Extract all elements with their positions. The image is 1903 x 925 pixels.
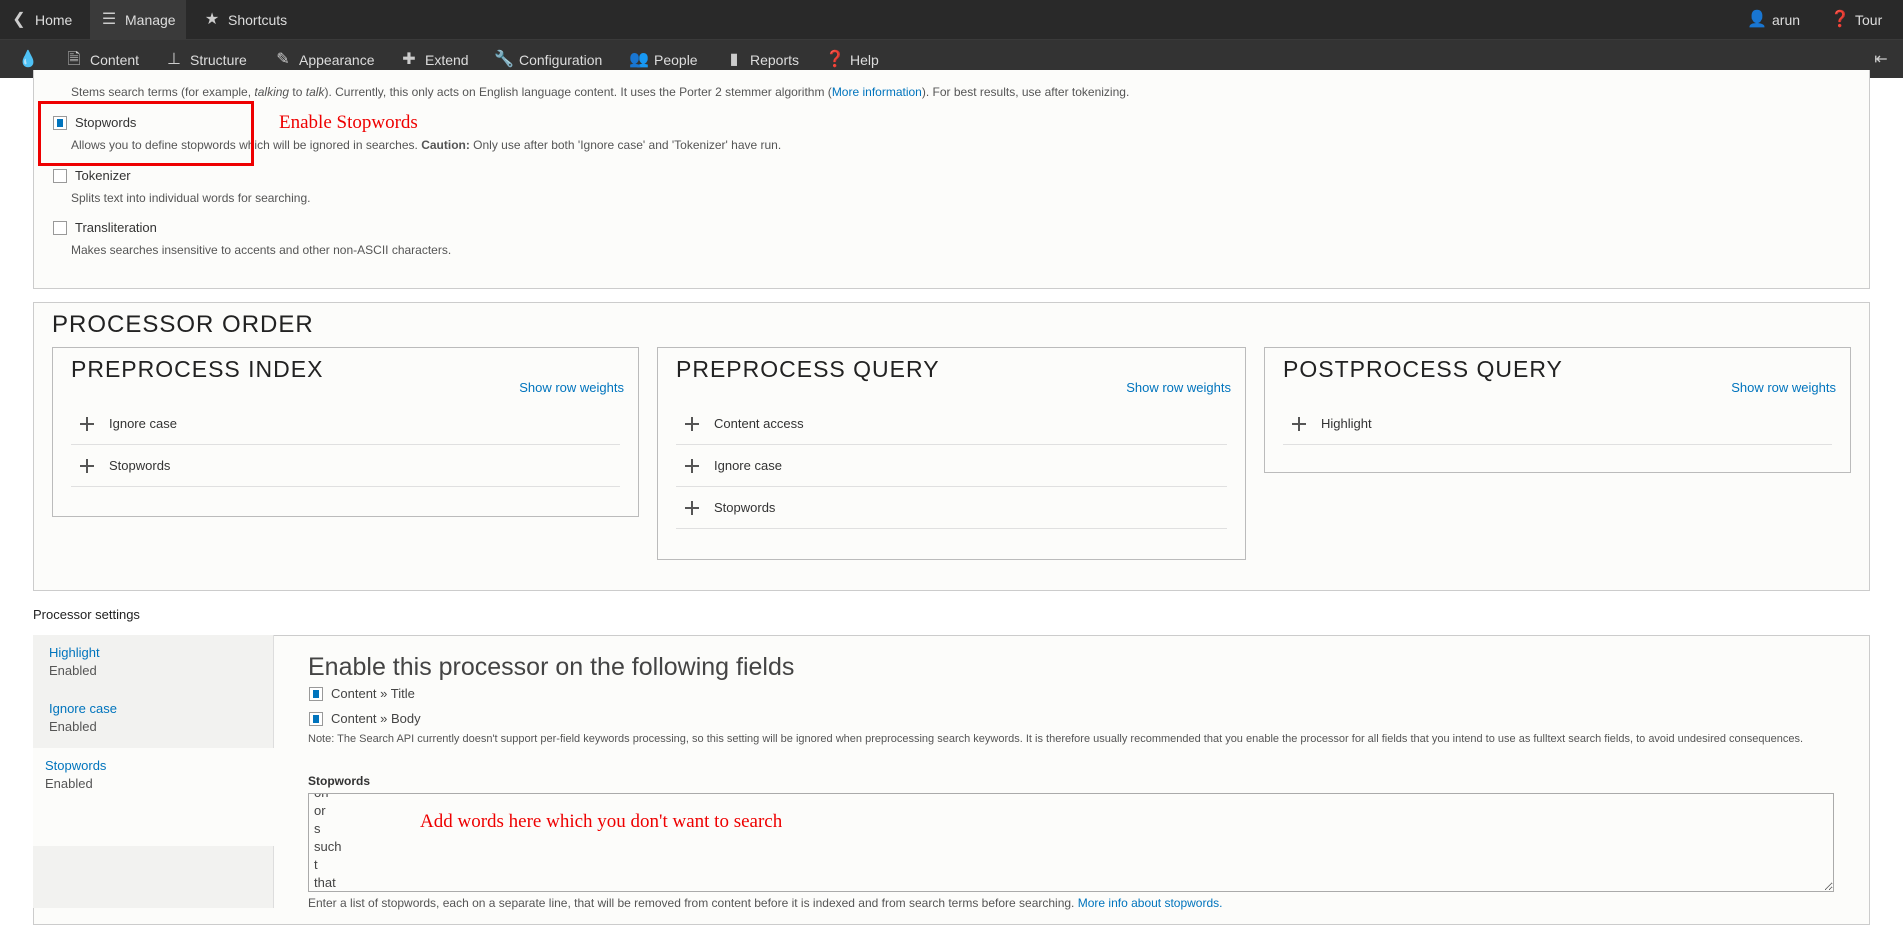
group-title: Preprocess index: [71, 356, 324, 382]
file-icon: 🗎: [67, 50, 81, 68]
home-button[interactable]: ❮ Home: [0, 0, 82, 39]
show-row-weights-link[interactable]: Show row weights: [1126, 380, 1231, 395]
drag-handle-icon[interactable]: [684, 458, 700, 474]
table-row[interactable]: Content access: [676, 403, 1227, 445]
processors-card: Stems search terms (for example, talking…: [33, 70, 1870, 289]
help-icon: ❓: [825, 50, 845, 68]
table-row[interactable]: Ignore case: [676, 445, 1227, 487]
add-words-annotation: Add words here which you don't want to s…: [420, 811, 783, 832]
stopwords-textarea[interactable]: [308, 793, 1834, 892]
bar-chart-icon: ▮: [729, 50, 739, 68]
transliteration-checkbox[interactable]: [53, 221, 67, 235]
processor-order-title: Processor order: [52, 311, 314, 338]
drag-handle-icon[interactable]: [1291, 416, 1307, 432]
tour-button[interactable]: ❓ Tour: [1820, 0, 1892, 39]
show-row-weights-link[interactable]: Show row weights: [519, 380, 624, 395]
field-body-checkbox[interactable]: [309, 712, 323, 726]
table-row[interactable]: Highlight: [1283, 403, 1832, 445]
highlight-box: [38, 101, 254, 166]
help-icon: ❓: [1830, 10, 1850, 28]
people-icon: 👥: [629, 50, 649, 68]
transliteration-description: Makes searches insensitive to accents an…: [71, 243, 452, 257]
field-title-label: Content » Title: [331, 686, 415, 701]
field-title-checkbox[interactable]: [309, 687, 323, 701]
drag-handle-icon[interactable]: [684, 416, 700, 432]
sitemap-icon: ⊥: [167, 50, 181, 68]
user-icon: 👤: [1747, 10, 1767, 28]
tab-stopwords[interactable]: Stopwords Enabled: [33, 748, 274, 846]
vertical-tabs: Highlight Enabled Ignore case Enabled Stop…: [33, 635, 274, 908]
fields-heading: Enable this processor on the following f…: [308, 653, 795, 681]
stopwords-field-label: Stopwords: [308, 774, 370, 788]
group-title: Preprocess query: [676, 356, 940, 382]
drag-handle-icon[interactable]: [684, 500, 700, 516]
stemmer-description: Stems search terms (for example, talking…: [71, 85, 1130, 99]
back-arrow-icon: ❮: [12, 10, 26, 28]
shortcuts-button[interactable]: ★ Shortcuts: [193, 0, 297, 39]
tab-highlight[interactable]: Highlight Enabled: [33, 645, 274, 678]
top-toolbar: ❮ Home ☰ Manage ★ Shortcuts 👤 arun ❓ Tour: [0, 0, 1903, 39]
user-button[interactable]: 👤 arun: [1737, 0, 1810, 39]
star-icon: ★: [204, 10, 220, 28]
group-title: Postprocess query: [1283, 356, 1563, 382]
tokenizer-checkbox[interactable]: [53, 169, 67, 183]
show-row-weights-link[interactable]: Show row weights: [1731, 380, 1836, 395]
tokenizer-description: Splits text into individual words for se…: [71, 191, 311, 205]
preprocess-query-group: Preprocess query Show row weights Conten…: [657, 347, 1246, 560]
fields-note: Note: The Search API currently doesn't s…: [308, 733, 1804, 745]
more-information-link[interactable]: More information: [832, 85, 922, 99]
manage-button[interactable]: ☰ Manage: [90, 0, 186, 39]
menu-icon: ☰: [101, 10, 117, 28]
enable-stopwords-annotation: Enable Stopwords: [279, 112, 418, 133]
postprocess-query-group: Postprocess query Show row weights Highl…: [1264, 347, 1851, 473]
field-body-label: Content » Body: [331, 711, 421, 726]
transliteration-label: Transliteration: [75, 220, 157, 235]
preprocess-index-group: Preprocess index Show row weights Ignore…: [52, 347, 639, 517]
wrench-icon: 🔧: [494, 50, 514, 68]
drag-handle-icon[interactable]: [79, 458, 95, 474]
tab-ignore-case[interactable]: Ignore case Enabled: [33, 701, 274, 734]
table-row[interactable]: Stopwords: [71, 445, 620, 487]
processor-settings-title: Processor settings: [33, 607, 140, 622]
puzzle-icon: ✚: [402, 50, 416, 68]
table-row[interactable]: Stopwords: [676, 487, 1227, 529]
drag-handle-icon[interactable]: [79, 416, 95, 432]
table-row[interactable]: Ignore case: [71, 403, 620, 445]
tokenizer-label: Tokenizer: [75, 168, 131, 183]
brush-icon: ✎: [276, 50, 290, 68]
